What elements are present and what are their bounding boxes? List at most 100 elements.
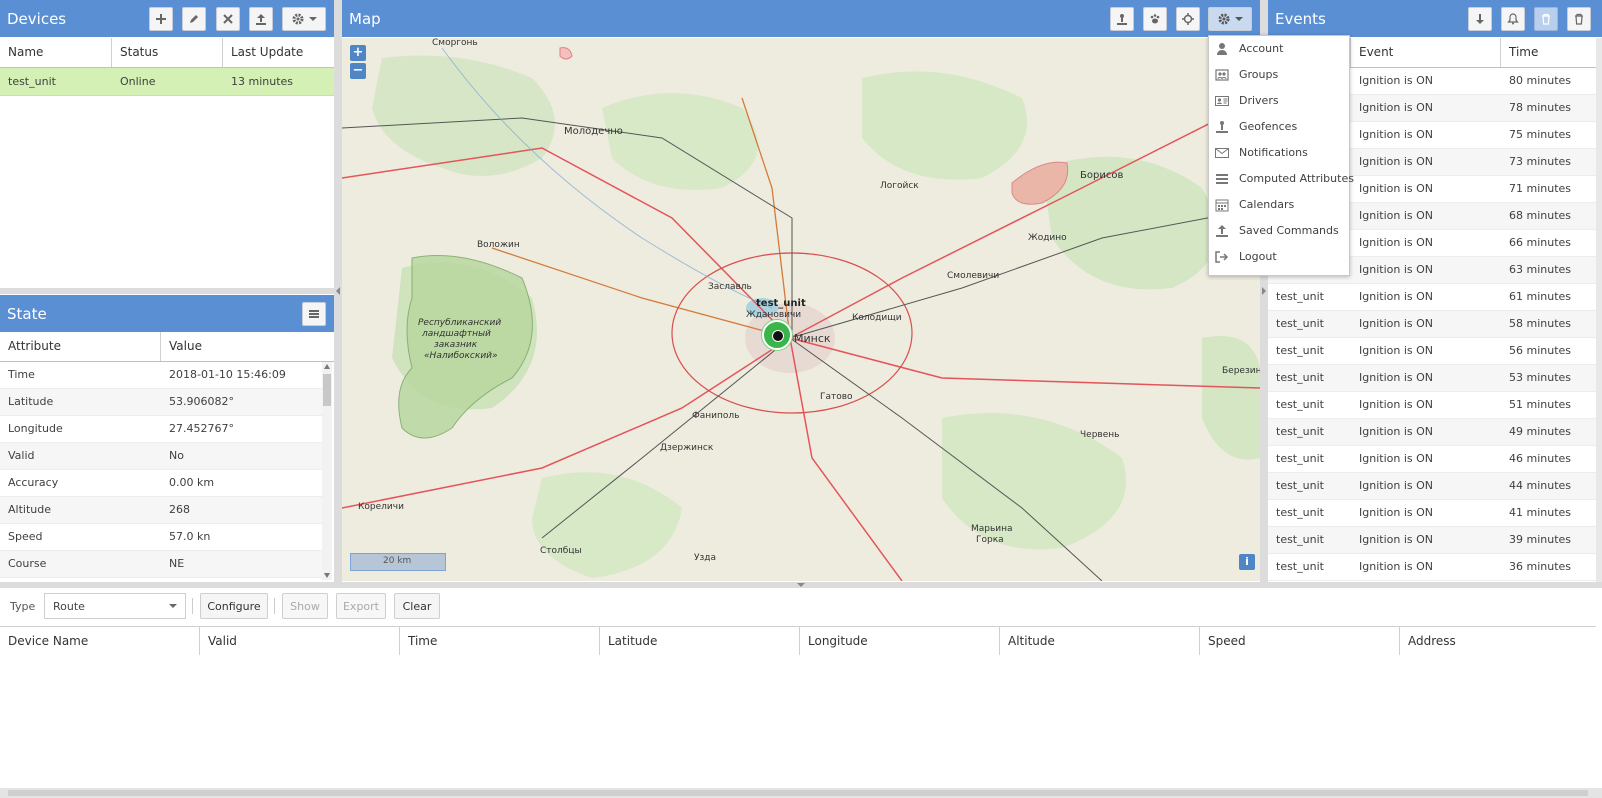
state-attr: Altitude xyxy=(8,503,51,516)
event-row[interactable]: test_unit Ignition is ON 36 minutes xyxy=(1268,554,1596,581)
map-place-label: Дзержинск xyxy=(660,443,714,453)
event-row[interactable]: test_unit Ignition is ON 44 minutes xyxy=(1268,473,1596,500)
device-marker[interactable] xyxy=(762,320,792,350)
device-name: test_unit xyxy=(8,75,56,88)
column-value[interactable]: Value xyxy=(161,332,334,361)
report-type-value: Route xyxy=(53,600,85,613)
column-time[interactable]: Time xyxy=(1501,38,1596,67)
map-place-label: Колодищи xyxy=(852,313,902,323)
event-row[interactable]: test_unit Ignition is ON 56 minutes xyxy=(1268,338,1596,365)
column-name[interactable]: Name xyxy=(0,38,112,67)
state-grid-header: Attribute Value xyxy=(0,332,334,362)
event-device: test_unit xyxy=(1276,344,1324,357)
event-row[interactable]: test_unit Ignition is ON 58 minutes xyxy=(1268,311,1596,338)
send-command-button[interactable] xyxy=(249,7,273,31)
event-type: Ignition is ON xyxy=(1359,236,1433,249)
report-horizontal-scrollbar[interactable] xyxy=(0,788,1602,798)
driver-card-icon xyxy=(1215,96,1229,106)
column-altitude[interactable]: Altitude xyxy=(1000,627,1200,655)
clear-events-button[interactable] xyxy=(1567,7,1591,31)
menu-item-geofences[interactable]: Geofences xyxy=(1209,114,1349,140)
collapse-left-arrow[interactable] xyxy=(336,287,340,295)
groups-icon xyxy=(1215,69,1229,81)
column-speed[interactable]: Speed xyxy=(1200,627,1400,655)
settings-menu-button[interactable] xyxy=(1208,7,1252,31)
column-device-name[interactable]: Device Name xyxy=(0,627,200,655)
menu-item-account[interactable]: Account xyxy=(1209,36,1349,62)
devices-settings-button[interactable] xyxy=(282,7,326,31)
state-header: State xyxy=(0,295,334,332)
report-type-select[interactable]: Route xyxy=(44,593,186,619)
scroll-thumb[interactable] xyxy=(323,374,331,406)
device-row[interactable]: test_unit Online 13 minutes xyxy=(0,68,334,96)
show-route-button[interactable] xyxy=(1176,7,1200,31)
event-row[interactable]: test_unit Ignition is ON 39 minutes xyxy=(1268,527,1596,554)
geofence-icon xyxy=(1216,121,1228,133)
column-event[interactable]: Event xyxy=(1351,38,1501,67)
zoom-out-button[interactable]: − xyxy=(350,63,366,79)
column-valid[interactable]: Valid xyxy=(200,627,400,655)
delete-event-button[interactable] xyxy=(1534,7,1558,31)
menu-item-computed-attributes[interactable]: Computed Attributes xyxy=(1209,166,1354,192)
event-device: test_unit xyxy=(1276,317,1324,330)
report-toolbar: Type Route Configure Show Export Clear xyxy=(0,588,1602,626)
zoom-in-button[interactable]: + xyxy=(350,45,366,61)
map-canvas[interactable]: Сморгонь Молодечно Логойск Борисов Волож… xyxy=(342,38,1260,581)
edit-device-button[interactable] xyxy=(182,7,206,31)
event-type: Ignition is ON xyxy=(1359,128,1433,141)
column-attribute[interactable]: Attribute xyxy=(0,332,161,361)
show-button[interactable]: Show xyxy=(282,593,328,619)
export-button[interactable]: Export xyxy=(336,593,386,619)
state-row: Altitude 268 xyxy=(0,497,322,524)
devices-title: Devices xyxy=(7,10,67,28)
event-type: Ignition is ON xyxy=(1359,371,1433,384)
column-last-update[interactable]: Last Update xyxy=(223,38,334,67)
menu-item-calendars[interactable]: Calendars xyxy=(1209,192,1349,218)
event-time: 44 minutes xyxy=(1509,479,1572,492)
map-place-label: Жодино xyxy=(1028,233,1067,243)
event-row[interactable]: test_unit Ignition is ON 41 minutes xyxy=(1268,500,1596,527)
state-attr: Longitude xyxy=(8,422,63,435)
map-info-button[interactable]: i xyxy=(1239,554,1255,570)
clear-button[interactable]: Clear xyxy=(394,593,440,619)
event-type: Ignition is ON xyxy=(1359,290,1433,303)
remove-device-button[interactable] xyxy=(216,7,240,31)
state-scrollbar[interactable] xyxy=(322,362,332,580)
menu-item-groups[interactable]: Groups xyxy=(1209,62,1349,88)
event-row[interactable]: test_unit Ignition is ON 46 minutes xyxy=(1268,446,1596,473)
menu-item-logout[interactable]: Logout xyxy=(1209,244,1349,270)
computed-attributes-button[interactable] xyxy=(302,302,326,326)
column-address[interactable]: Address xyxy=(1400,627,1596,655)
event-row[interactable]: test_unit Ignition is ON 51 minutes xyxy=(1268,392,1596,419)
event-row[interactable]: test_unit Ignition is ON 53 minutes xyxy=(1268,365,1596,392)
horizontal-scroll-thumb[interactable] xyxy=(8,790,1588,796)
gear-icon xyxy=(1218,13,1229,25)
menu-item-saved-commands[interactable]: Saved Commands xyxy=(1209,218,1349,244)
event-time: 36 minutes xyxy=(1509,560,1572,573)
follow-button[interactable] xyxy=(1143,7,1167,31)
configure-button[interactable]: Configure xyxy=(200,593,268,619)
column-longitude[interactable]: Longitude xyxy=(800,627,1000,655)
event-row[interactable]: test_unit Ignition is ON 49 minutes xyxy=(1268,419,1596,446)
collapse-bottom-arrow[interactable] xyxy=(797,583,805,587)
column-latitude[interactable]: Latitude xyxy=(600,627,800,655)
scroll-up-arrow[interactable] xyxy=(324,364,330,369)
event-row[interactable]: test_unit Ignition is ON 61 minutes xyxy=(1268,284,1596,311)
sound-button[interactable] xyxy=(1501,7,1525,31)
geofences-button[interactable] xyxy=(1110,7,1134,31)
menu-item-drivers[interactable]: Drivers xyxy=(1209,88,1349,114)
map-place-label: ландшафтный xyxy=(422,329,491,339)
plus-icon xyxy=(156,14,166,24)
column-status[interactable]: Status xyxy=(112,38,223,67)
left-splitter[interactable] xyxy=(334,0,342,582)
devices-state-splitter[interactable] xyxy=(0,288,334,294)
scroll-down-arrow[interactable] xyxy=(324,573,330,578)
events-scroll-button[interactable] xyxy=(1468,7,1492,31)
collapse-right-arrow[interactable] xyxy=(1262,287,1266,295)
add-device-button[interactable] xyxy=(149,7,173,31)
events-vertical-scrollbar[interactable] xyxy=(1596,38,1602,582)
list-icon xyxy=(309,310,319,318)
menu-item-notifications[interactable]: Notifications xyxy=(1209,140,1349,166)
arrow-down-icon xyxy=(1476,14,1484,24)
column-time[interactable]: Time xyxy=(400,627,600,655)
